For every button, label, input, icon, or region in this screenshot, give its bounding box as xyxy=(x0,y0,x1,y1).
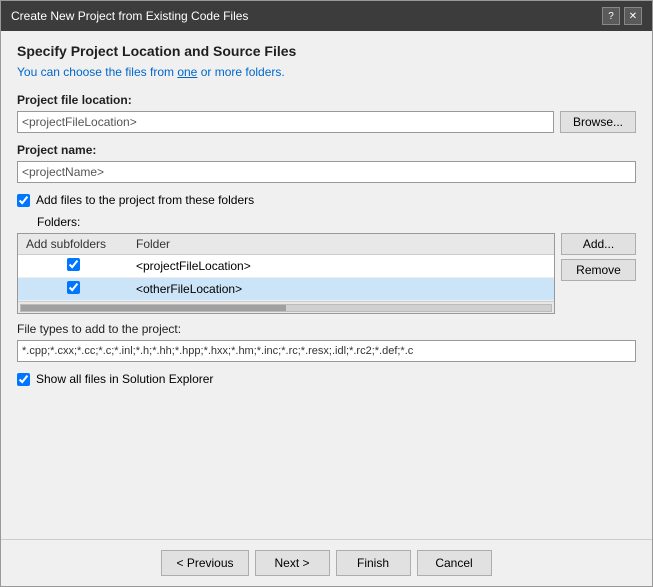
scroll-track xyxy=(20,304,552,312)
next-button[interactable]: Next > xyxy=(255,550,330,576)
add-files-checkbox-row: Add files to the project from these fold… xyxy=(17,193,636,207)
help-button[interactable]: ? xyxy=(602,7,620,25)
project-name-row xyxy=(17,161,636,183)
table-row[interactable]: <otherFileLocation> xyxy=(18,278,554,301)
file-types-label: File types to add to the project: xyxy=(17,322,636,336)
title-bar-buttons: ? ✕ xyxy=(602,7,642,25)
dialog: Create New Project from Existing Code Fi… xyxy=(0,0,653,587)
title-bar: Create New Project from Existing Code Fi… xyxy=(1,1,652,31)
project-file-location-label: Project file location: xyxy=(17,93,636,107)
browse-button[interactable]: Browse... xyxy=(560,111,636,133)
show-all-files-label: Show all files in Solution Explorer xyxy=(36,372,213,386)
remove-folder-button[interactable]: Remove xyxy=(561,259,636,281)
row1-subfolder-checkbox[interactable] xyxy=(67,258,80,271)
add-files-checkbox[interactable] xyxy=(17,194,30,207)
dialog-footer: < Previous Next > Finish Cancel xyxy=(1,539,652,586)
scroll-thumb xyxy=(21,305,286,311)
previous-button[interactable]: < Previous xyxy=(161,550,248,576)
col-subfolders: Add subfolders xyxy=(18,234,128,255)
file-types-input[interactable] xyxy=(17,340,636,362)
row1-folder: <projectFileLocation> xyxy=(128,255,554,278)
folders-section: Folders: Add subfolders Folder xyxy=(17,215,636,314)
folders-table-scroll[interactable]: Add subfolders Folder <projectFileLocati… xyxy=(18,234,554,301)
add-files-label: Add files to the project from these fold… xyxy=(36,193,254,207)
horizontal-scrollbar[interactable] xyxy=(18,301,554,313)
folders-container: Add subfolders Folder <projectFileLocati… xyxy=(17,233,636,314)
content-area: Specify Project Location and Source File… xyxy=(1,31,652,539)
project-file-location-row: Browse... xyxy=(17,111,636,133)
cancel-button[interactable]: Cancel xyxy=(417,550,492,576)
row2-folder: <otherFileLocation> xyxy=(128,278,554,301)
close-button[interactable]: ✕ xyxy=(624,7,642,25)
finish-button[interactable]: Finish xyxy=(336,550,411,576)
project-file-location-input[interactable] xyxy=(17,111,554,133)
project-name-input[interactable] xyxy=(17,161,636,183)
add-folder-button[interactable]: Add... xyxy=(561,233,636,255)
page-subtitle: You can choose the files from one or mor… xyxy=(17,65,636,79)
folders-table: Add subfolders Folder <projectFileLocati… xyxy=(18,234,554,301)
dialog-title: Create New Project from Existing Code Fi… xyxy=(11,9,248,23)
project-name-label: Project name: xyxy=(17,143,636,157)
folders-label: Folders: xyxy=(37,215,636,229)
page-title: Specify Project Location and Source File… xyxy=(17,43,636,59)
folders-table-wrapper: Add subfolders Folder <projectFileLocati… xyxy=(17,233,555,314)
show-all-files-checkbox[interactable] xyxy=(17,373,30,386)
table-buttons: Add... Remove xyxy=(561,233,636,314)
show-all-files-row: Show all files in Solution Explorer xyxy=(17,372,636,386)
row2-subfolder-checkbox[interactable] xyxy=(67,281,80,294)
table-row[interactable]: <projectFileLocation> xyxy=(18,255,554,278)
col-folder: Folder xyxy=(128,234,554,255)
